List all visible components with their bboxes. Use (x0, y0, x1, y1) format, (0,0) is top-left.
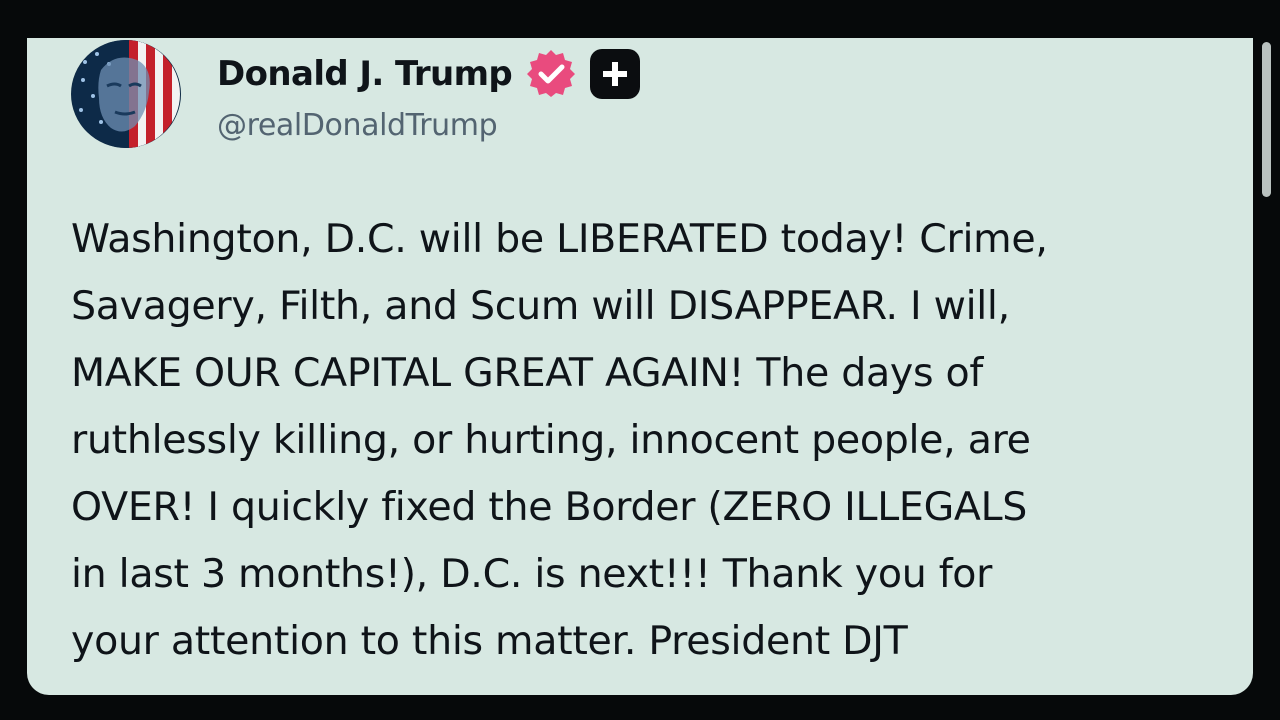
author-handle[interactable]: @realDonaldTrump (217, 108, 498, 143)
flag-portrait-avatar-icon (72, 40, 180, 148)
author-avatar[interactable] (71, 40, 181, 148)
post-text-line: ruthlessly killing, or hurting, innocent… (71, 417, 1031, 463)
author-display-name[interactable]: Donald J. Trump (217, 54, 513, 94)
post-text-line: OVER! I quickly fixed the Border (ZERO I… (71, 484, 1028, 530)
post-text-line: Savagery, Filth, and Scum will DISAPPEAR… (71, 283, 1010, 329)
post-text-line: MAKE OUR CAPITAL GREAT AGAIN! The days o… (71, 350, 984, 396)
screen: Donald J. Trump @realDonaldTrump Washing… (0, 0, 1280, 720)
scrollbar-thumb[interactable] (1262, 42, 1271, 197)
author-name-row: Donald J. Trump (217, 49, 641, 99)
plus-badge-icon (590, 49, 641, 99)
post-body: Washington, D.C. will be LIBERATED today… (71, 206, 1231, 675)
post-card[interactable]: Donald J. Trump @realDonaldTrump Washing… (27, 38, 1253, 695)
post-text-line: in last 3 months!), D.C. is next!!! Than… (71, 551, 993, 597)
verified-badge-icon (526, 49, 576, 99)
post-text-line: Washington, D.C. will be LIBERATED today… (71, 216, 1048, 262)
post-text-line: your attention to this matter. President… (71, 618, 908, 664)
